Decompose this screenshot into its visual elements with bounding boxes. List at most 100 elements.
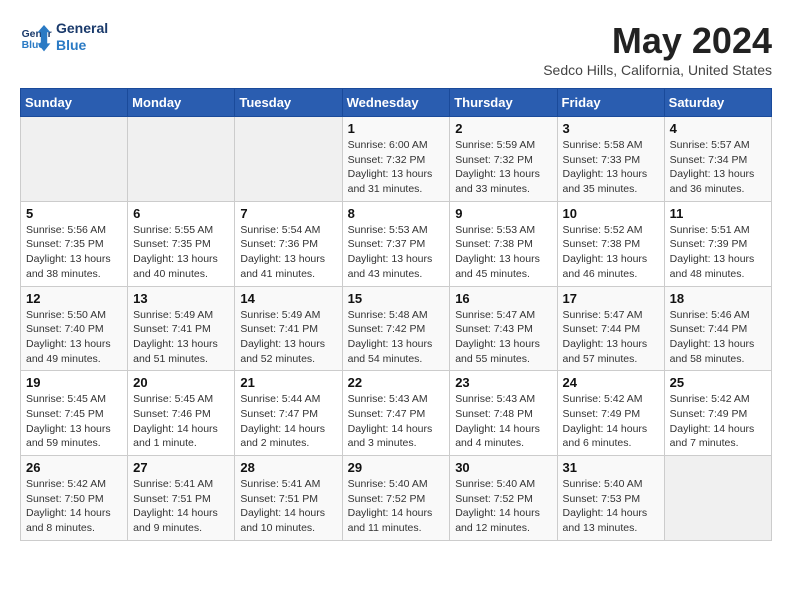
day-number: 3 — [563, 121, 659, 136]
calendar-cell: 25 Sunrise: 5:42 AM Sunset: 7:49 PM Dayli… — [664, 371, 771, 456]
day-number: 26 — [26, 460, 122, 475]
day-info: Sunrise: 5:54 AM Sunset: 7:36 PM Dayligh… — [240, 223, 336, 282]
calendar-cell: 4 Sunrise: 5:57 AM Sunset: 7:34 PM Daylig… — [664, 117, 771, 202]
month-title: May 2024 — [543, 20, 772, 62]
day-number: 30 — [455, 460, 551, 475]
day-number: 23 — [455, 375, 551, 390]
calendar-cell: 6 Sunrise: 5:55 AM Sunset: 7:35 PM Daylig… — [128, 201, 235, 286]
day-number: 21 — [240, 375, 336, 390]
calendar-cell: 28Sunrise: 5:41 AM Sunset: 7:51 PM Dayli… — [235, 456, 342, 541]
calendar-cell — [21, 117, 128, 202]
day-number: 1 — [348, 121, 445, 136]
calendar-cell: 16Sunrise: 5:47 AM Sunset: 7:43 PM Dayli… — [450, 286, 557, 371]
day-info: Sunrise: 5:59 AM Sunset: 7:32 PM Dayligh… — [455, 138, 551, 197]
calendar-cell: 7 Sunrise: 5:54 AM Sunset: 7:36 PM Daylig… — [235, 201, 342, 286]
day-number: 8 — [348, 206, 445, 221]
day-number: 15 — [348, 291, 445, 306]
day-number: 4 — [670, 121, 766, 136]
day-info: Sunrise: 5:45 AM Sunset: 7:46 PM Dayligh… — [133, 392, 229, 451]
day-number: 16 — [455, 291, 551, 306]
day-number: 29 — [348, 460, 445, 475]
day-number: 2 — [455, 121, 551, 136]
weekday-header-thursday: Thursday — [450, 89, 557, 117]
weekday-header-wednesday: Wednesday — [342, 89, 450, 117]
location: Sedco Hills, California, United States — [543, 62, 772, 78]
day-number: 19 — [26, 375, 122, 390]
day-info: Sunrise: 5:57 AM Sunset: 7:34 PM Dayligh… — [670, 138, 766, 197]
calendar-cell: 12Sunrise: 5:50 AM Sunset: 7:40 PM Dayli… — [21, 286, 128, 371]
calendar-cell: 18 Sunrise: 5:46 AM Sunset: 7:44 PM Dayli… — [664, 286, 771, 371]
day-info: Sunrise: 5:40 AM Sunset: 7:52 PM Dayligh… — [455, 477, 551, 536]
calendar-cell: 31 Sunrise: 5:40 AM Sunset: 7:53 PM Dayli… — [557, 456, 664, 541]
calendar-cell: 14 Sunrise: 5:49 AM Sunset: 7:41 PM Dayli… — [235, 286, 342, 371]
day-number: 13 — [133, 291, 229, 306]
calendar-cell: 3 Sunrise: 5:58 AM Sunset: 7:33 PM Daylig… — [557, 117, 664, 202]
day-info: Sunrise: 5:43 AM Sunset: 7:48 PM Dayligh… — [455, 392, 551, 451]
calendar-cell: 30 Sunrise: 5:40 AM Sunset: 7:52 PM Dayli… — [450, 456, 557, 541]
day-number: 28 — [240, 460, 336, 475]
weekday-header-saturday: Saturday — [664, 89, 771, 117]
day-info: Sunrise: 5:56 AM Sunset: 7:35 PM Dayligh… — [26, 223, 122, 282]
day-number: 17 — [563, 291, 659, 306]
page-header: General Blue General Blue May 2024 Sedco… — [20, 20, 772, 78]
calendar-week-1: 1 Sunrise: 6:00 AM Sunset: 7:32 PM Daylig… — [21, 117, 772, 202]
day-info: Sunrise: 5:55 AM Sunset: 7:35 PM Dayligh… — [133, 223, 229, 282]
day-number: 24 — [563, 375, 659, 390]
day-number: 7 — [240, 206, 336, 221]
day-info: Sunrise: 5:42 AM Sunset: 7:49 PM Dayligh… — [670, 392, 766, 451]
calendar-cell: 29 Sunrise: 5:40 AM Sunset: 7:52 PM Dayli… — [342, 456, 450, 541]
calendar-cell: 1 Sunrise: 6:00 AM Sunset: 7:32 PM Daylig… — [342, 117, 450, 202]
logo: General Blue General Blue — [20, 20, 108, 54]
day-number: 27 — [133, 460, 229, 475]
calendar-cell: 19Sunrise: 5:45 AM Sunset: 7:45 PM Dayli… — [21, 371, 128, 456]
day-info: Sunrise: 5:49 AM Sunset: 7:41 PM Dayligh… — [133, 308, 229, 367]
calendar-cell: 2 Sunrise: 5:59 AM Sunset: 7:32 PM Daylig… — [450, 117, 557, 202]
calendar-cell: 17 Sunrise: 5:47 AM Sunset: 7:44 PM Dayli… — [557, 286, 664, 371]
day-number: 14 — [240, 291, 336, 306]
day-info: Sunrise: 5:51 AM Sunset: 7:39 PM Dayligh… — [670, 223, 766, 282]
day-info: Sunrise: 5:40 AM Sunset: 7:53 PM Dayligh… — [563, 477, 659, 536]
day-info: Sunrise: 5:46 AM Sunset: 7:44 PM Dayligh… — [670, 308, 766, 367]
day-number: 31 — [563, 460, 659, 475]
day-info: Sunrise: 5:40 AM Sunset: 7:52 PM Dayligh… — [348, 477, 445, 536]
day-info: Sunrise: 5:49 AM Sunset: 7:41 PM Dayligh… — [240, 308, 336, 367]
calendar-cell: 13 Sunrise: 5:49 AM Sunset: 7:41 PM Dayli… — [128, 286, 235, 371]
calendar-cell: 20 Sunrise: 5:45 AM Sunset: 7:46 PM Dayli… — [128, 371, 235, 456]
day-number: 20 — [133, 375, 229, 390]
calendar-cell: 15 Sunrise: 5:48 AM Sunset: 7:42 PM Dayli… — [342, 286, 450, 371]
calendar-cell — [664, 456, 771, 541]
day-info: Sunrise: 5:58 AM Sunset: 7:33 PM Dayligh… — [563, 138, 659, 197]
calendar-week-4: 19Sunrise: 5:45 AM Sunset: 7:45 PM Dayli… — [21, 371, 772, 456]
day-info: Sunrise: 5:42 AM Sunset: 7:49 PM Dayligh… — [563, 392, 659, 451]
day-number: 6 — [133, 206, 229, 221]
day-info: Sunrise: 5:43 AM Sunset: 7:47 PM Dayligh… — [348, 392, 445, 451]
weekday-header-friday: Friday — [557, 89, 664, 117]
weekday-header-tuesday: Tuesday — [235, 89, 342, 117]
calendar-cell: 21Sunrise: 5:44 AM Sunset: 7:47 PM Dayli… — [235, 371, 342, 456]
day-number: 18 — [670, 291, 766, 306]
calendar-cell — [128, 117, 235, 202]
day-number: 12 — [26, 291, 122, 306]
day-info: Sunrise: 5:53 AM Sunset: 7:38 PM Dayligh… — [455, 223, 551, 282]
title-block: May 2024 Sedco Hills, California, United… — [543, 20, 772, 78]
calendar-table: SundayMondayTuesdayWednesdayThursdayFrid… — [20, 88, 772, 541]
day-number: 9 — [455, 206, 551, 221]
calendar-week-2: 5 Sunrise: 5:56 AM Sunset: 7:35 PM Daylig… — [21, 201, 772, 286]
day-info: Sunrise: 6:00 AM Sunset: 7:32 PM Dayligh… — [348, 138, 445, 197]
day-number: 5 — [26, 206, 122, 221]
day-info: Sunrise: 5:42 AM Sunset: 7:50 PM Dayligh… — [26, 477, 122, 536]
day-info: Sunrise: 5:48 AM Sunset: 7:42 PM Dayligh… — [348, 308, 445, 367]
calendar-cell: 8Sunrise: 5:53 AM Sunset: 7:37 PM Daylig… — [342, 201, 450, 286]
calendar-week-3: 12Sunrise: 5:50 AM Sunset: 7:40 PM Dayli… — [21, 286, 772, 371]
day-number: 10 — [563, 206, 659, 221]
weekday-header-row: SundayMondayTuesdayWednesdayThursdayFrid… — [21, 89, 772, 117]
weekday-header-monday: Monday — [128, 89, 235, 117]
day-number: 25 — [670, 375, 766, 390]
weekday-header-sunday: Sunday — [21, 89, 128, 117]
logo-text-line2: Blue — [56, 37, 108, 54]
logo-text-line1: General — [56, 20, 108, 37]
calendar-cell: 27Sunrise: 5:41 AM Sunset: 7:51 PM Dayli… — [128, 456, 235, 541]
calendar-cell: 26 Sunrise: 5:42 AM Sunset: 7:50 PM Dayli… — [21, 456, 128, 541]
day-info: Sunrise: 5:47 AM Sunset: 7:44 PM Dayligh… — [563, 308, 659, 367]
calendar-cell: 5 Sunrise: 5:56 AM Sunset: 7:35 PM Daylig… — [21, 201, 128, 286]
